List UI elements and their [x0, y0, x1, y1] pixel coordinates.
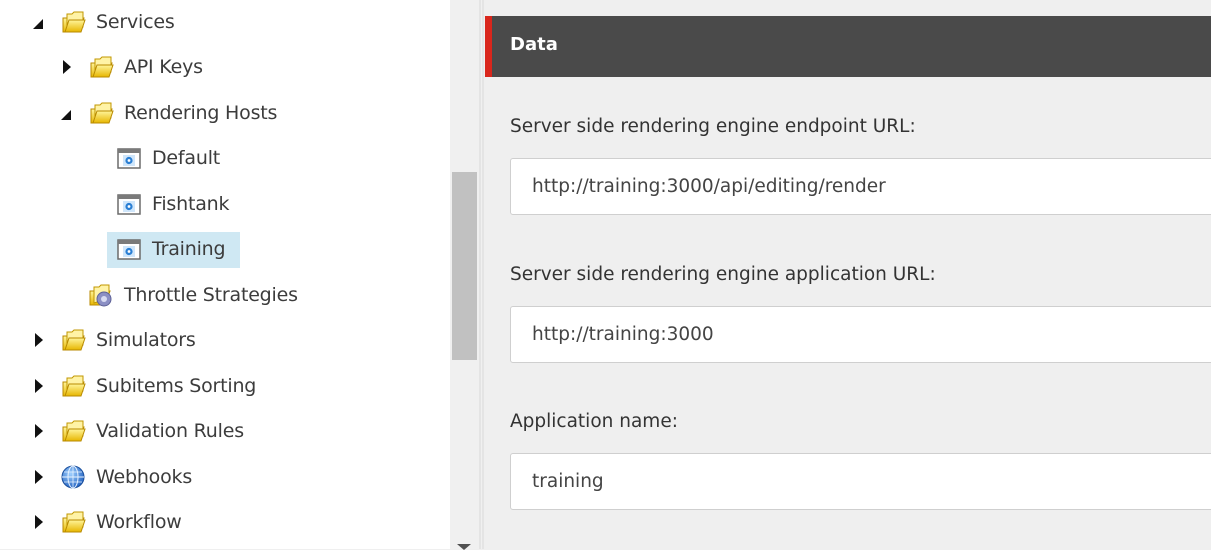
tree-item-subitems-sorting[interactable]: Subitems Sorting — [0, 368, 450, 404]
tree-item-default[interactable]: Default — [0, 140, 450, 176]
folder-gear-icon — [89, 284, 112, 307]
scrollbar-thumb[interactable] — [452, 172, 477, 360]
folder-icon — [90, 56, 114, 78]
folder-icon — [62, 329, 86, 351]
section-title: Data — [510, 34, 558, 55]
tree-scrollbar[interactable] — [450, 0, 479, 550]
application-url-input[interactable] — [510, 306, 1211, 363]
application-name-input[interactable] — [510, 453, 1211, 510]
collapse-arrow-icon[interactable] — [32, 17, 44, 31]
panel-splitter[interactable] — [479, 0, 484, 549]
expand-arrow-icon[interactable] — [33, 515, 45, 529]
content-tree: Services API Keys Rendering Hosts Defaul… — [0, 0, 450, 549]
tree-item-label: Validation Rules — [96, 420, 244, 442]
tree-item-label: Training — [152, 238, 226, 260]
tree-item-fishtank[interactable]: Fishtank — [0, 186, 450, 222]
application-url-label: Server side rendering engine application… — [510, 264, 936, 285]
rendering-host-icon — [117, 148, 141, 169]
tree-item-label: API Keys — [124, 56, 203, 78]
folder-icon — [90, 102, 114, 124]
globe-icon — [61, 465, 85, 489]
tree-item-api-keys[interactable]: API Keys — [0, 49, 450, 85]
folder-icon — [62, 11, 86, 33]
folder-icon — [62, 420, 86, 442]
tree-item-simulators[interactable]: Simulators — [0, 322, 450, 358]
tree-item-label: Fishtank — [152, 193, 230, 215]
tree-item-workflow[interactable]: Workflow — [0, 504, 450, 540]
tree-item-label: Subitems Sorting — [96, 375, 257, 397]
expand-arrow-icon[interactable] — [33, 333, 45, 347]
rendering-host-icon — [117, 194, 141, 215]
tree-item-label: Rendering Hosts — [124, 102, 278, 124]
expand-arrow-icon[interactable] — [33, 470, 45, 484]
expand-arrow-icon[interactable] — [33, 424, 45, 438]
section-accent-bar — [485, 16, 492, 77]
tree-item-label: Default — [152, 147, 221, 169]
expand-arrow-icon[interactable] — [61, 60, 73, 74]
collapse-arrow-icon[interactable] — [60, 108, 72, 122]
endpoint-url-label: Server side rendering engine endpoint UR… — [510, 116, 916, 137]
scroll-down-arrow-icon[interactable] — [457, 544, 471, 550]
tree-item-training[interactable]: Training — [0, 231, 450, 267]
section-header[interactable]: Data — [485, 16, 1211, 77]
rendering-host-icon — [117, 239, 141, 260]
tree-item-label: Webhooks — [96, 466, 193, 488]
tree-item-label: Throttle Strategies — [124, 284, 298, 306]
tree-item-throttle-strategies[interactable]: Throttle Strategies — [0, 277, 450, 313]
tree-item-webhooks[interactable]: Webhooks — [0, 459, 450, 495]
tree-item-validation-rules[interactable]: Validation Rules — [0, 413, 450, 449]
tree-item-services[interactable]: Services — [0, 4, 450, 40]
folder-icon — [62, 511, 86, 533]
tree-item-label: Simulators — [96, 329, 196, 351]
tree-item-rendering-hosts[interactable]: Rendering Hosts — [0, 95, 450, 131]
expand-arrow-icon[interactable] — [33, 379, 45, 393]
tree-item-label: Services — [96, 11, 175, 33]
application-name-label: Application name: — [510, 411, 678, 432]
folder-icon — [62, 375, 86, 397]
tree-item-label: Workflow — [96, 511, 182, 533]
endpoint-url-input[interactable] — [510, 158, 1211, 215]
item-editor: Data Server side rendering engine endpoi… — [485, 0, 1211, 549]
